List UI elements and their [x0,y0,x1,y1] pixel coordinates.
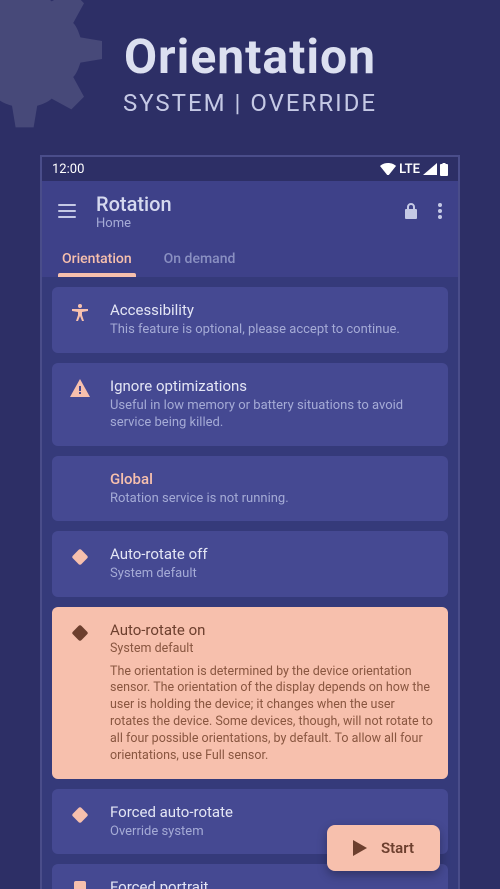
accessibility-icon [66,301,94,339]
card-desc: The orientation is determined by the dev… [110,664,434,765]
tab-orientation[interactable]: Orientation [58,241,136,277]
tab-on-demand[interactable]: On demand [160,241,240,277]
status-bar: 12:00 LTE [42,157,458,181]
wifi-icon [380,163,396,175]
portrait-icon [66,878,94,889]
card-title: Auto-rotate on [110,621,434,639]
card-title: Forced portrait [110,878,434,889]
gear-background-icon [0,0,120,140]
card-title: Ignore optimizations [110,377,434,395]
card-desc: System default [110,565,434,583]
app-breadcrumb: Home [96,216,384,231]
card-accessibility[interactable]: Accessibility This feature is optional, … [52,287,448,353]
tabs: Orientation On demand [42,241,458,277]
warning-icon [66,377,94,432]
rotate-on-icon [66,621,94,765]
card-desc: Rotation service is not running. [110,490,434,508]
card-optimizations[interactable]: Ignore optimizations Useful in low memor… [52,363,448,446]
rotate-off-icon [66,545,94,583]
section-title: Global [110,470,434,488]
fab-label: Start [381,839,414,857]
start-button[interactable]: Start [327,825,440,871]
menu-icon[interactable] [58,204,76,218]
card-sub: System default [110,641,434,658]
card-title: Auto-rotate off [110,545,434,563]
card-global: Global Rotation service is not running. [52,456,448,522]
app-title: Rotation [96,192,384,216]
card-auto-rotate-off[interactable]: Auto-rotate off System default [52,531,448,597]
signal-icon [423,163,437,175]
card-title: Forced auto-rotate [110,803,434,821]
network-label: LTE [399,162,420,177]
card-desc: Useful in low memory or battery situatio… [110,397,434,432]
card-title: Accessibility [110,301,434,319]
card-auto-rotate-on[interactable]: Auto-rotate on System default The orient… [52,607,448,779]
battery-icon [440,163,448,176]
play-icon [353,840,367,856]
device-frame: 12:00 LTE Rotation Home Orientation On d… [40,155,460,889]
status-time: 12:00 [52,162,84,177]
more-icon[interactable] [438,203,442,219]
lock-icon[interactable] [404,202,418,220]
app-bar: Rotation Home [42,181,458,241]
forced-rotate-icon [66,803,94,841]
card-desc: This feature is optional, please accept … [110,321,434,339]
